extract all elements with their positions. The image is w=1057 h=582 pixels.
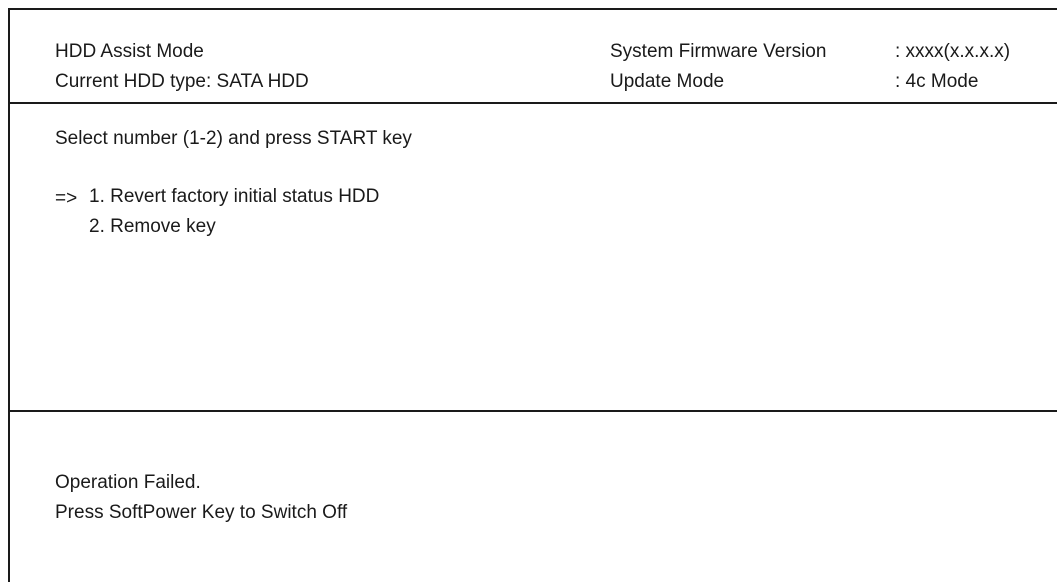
power-off-instruction: Press SoftPower Key to Switch Off <box>55 502 348 523</box>
header-divider <box>8 102 1057 104</box>
menu-item-revert-factory[interactable]: 1. Revert factory initial status HDD <box>89 186 379 208</box>
hdd-type-label: Current HDD type: SATA HDD <box>55 71 309 92</box>
screen-frame <box>8 8 1057 582</box>
operation-status-message: Operation Failed. <box>55 472 201 493</box>
mode-title: HDD Assist Mode <box>55 41 204 62</box>
status-divider <box>8 410 1057 412</box>
update-mode-label: Update Mode <box>610 71 725 92</box>
selection-cursor: => <box>55 188 78 209</box>
update-mode-value: : 4c Mode <box>895 71 979 92</box>
firmware-version-value: : xxxx(x.x.x.x) <box>895 41 1011 62</box>
menu-item-remove-key[interactable]: 2. Remove key <box>89 216 216 238</box>
firmware-version-label: System Firmware Version <box>610 41 827 62</box>
menu-prompt: Select number (1-2) and press START key <box>55 128 412 149</box>
